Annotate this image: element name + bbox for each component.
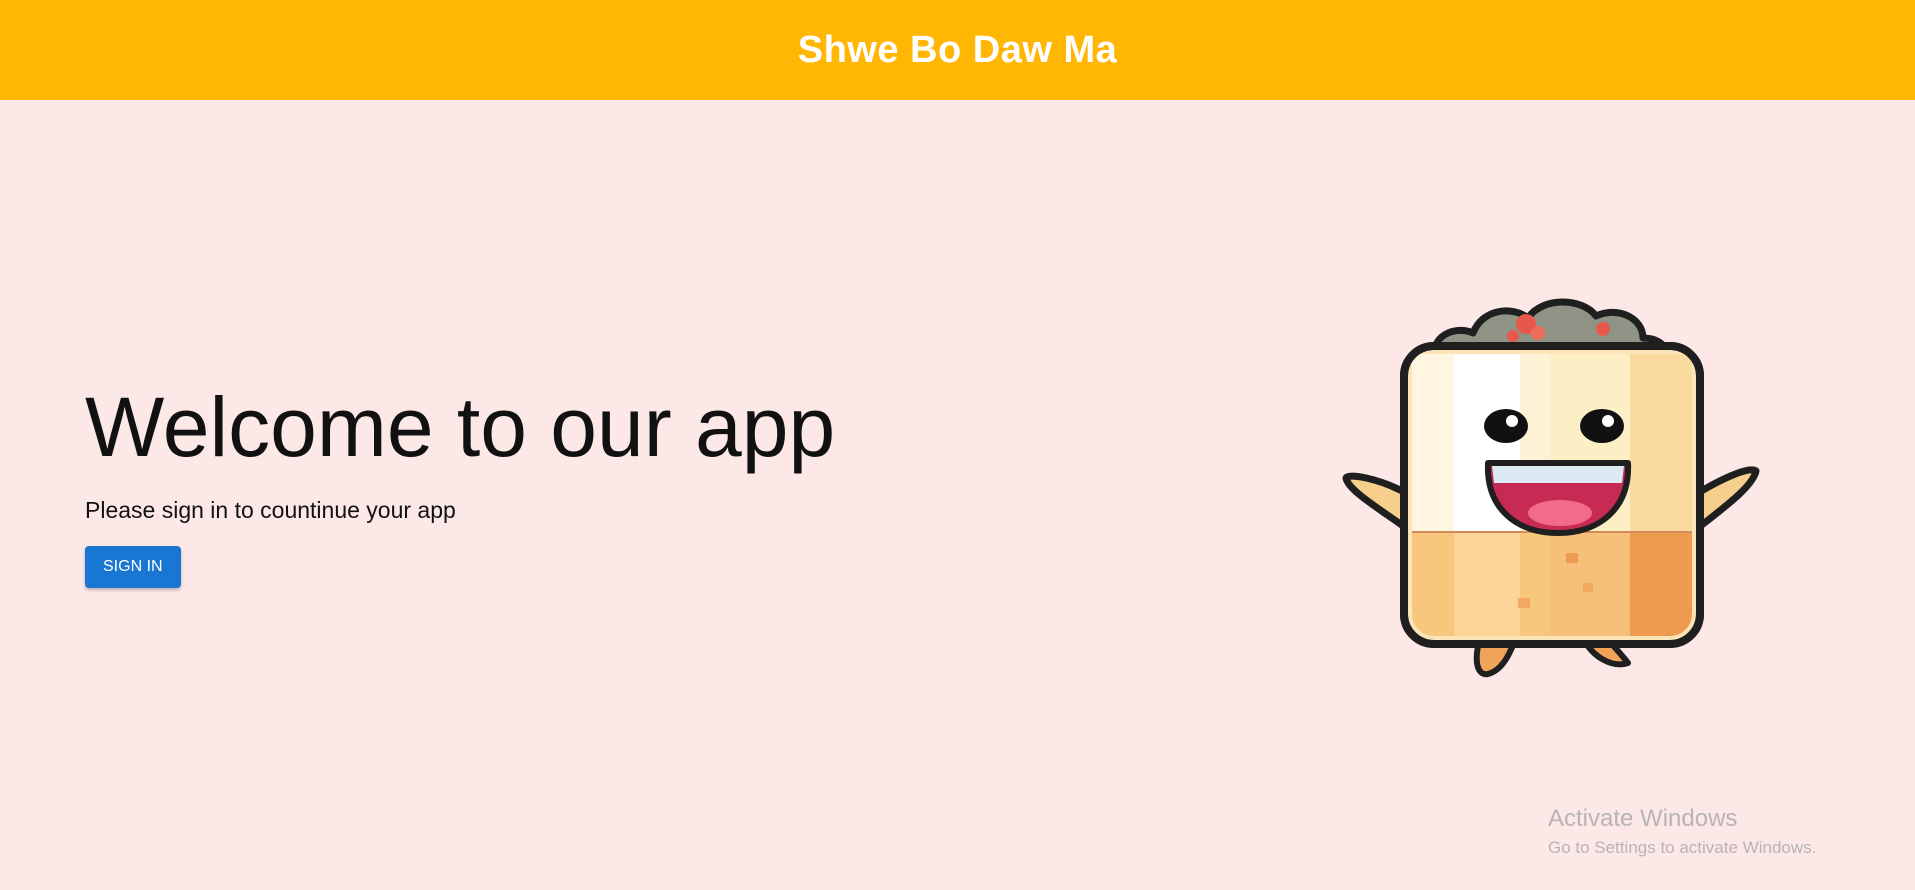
mascot-icon [1342, 298, 1760, 678]
app-header: Shwe Bo Daw Ma [0, 0, 1915, 100]
app-title: Shwe Bo Daw Ma [797, 28, 1118, 71]
welcome-section: Welcome to our app Please sign in to cou… [85, 385, 835, 588]
activate-windows-watermark: Activate Windows Go to Settings to activ… [1548, 805, 1816, 858]
main-content: Welcome to our app Please sign in to cou… [0, 100, 1915, 890]
watermark-title: Activate Windows [1548, 805, 1738, 832]
watermark-subtitle: Go to Settings to activate Windows. [1548, 837, 1817, 857]
welcome-heading: Welcome to our app [85, 380, 836, 474]
welcome-subtitle: Please sign in to countinue your app [85, 497, 456, 523]
sign-in-button[interactable]: SIGN IN [85, 546, 181, 588]
